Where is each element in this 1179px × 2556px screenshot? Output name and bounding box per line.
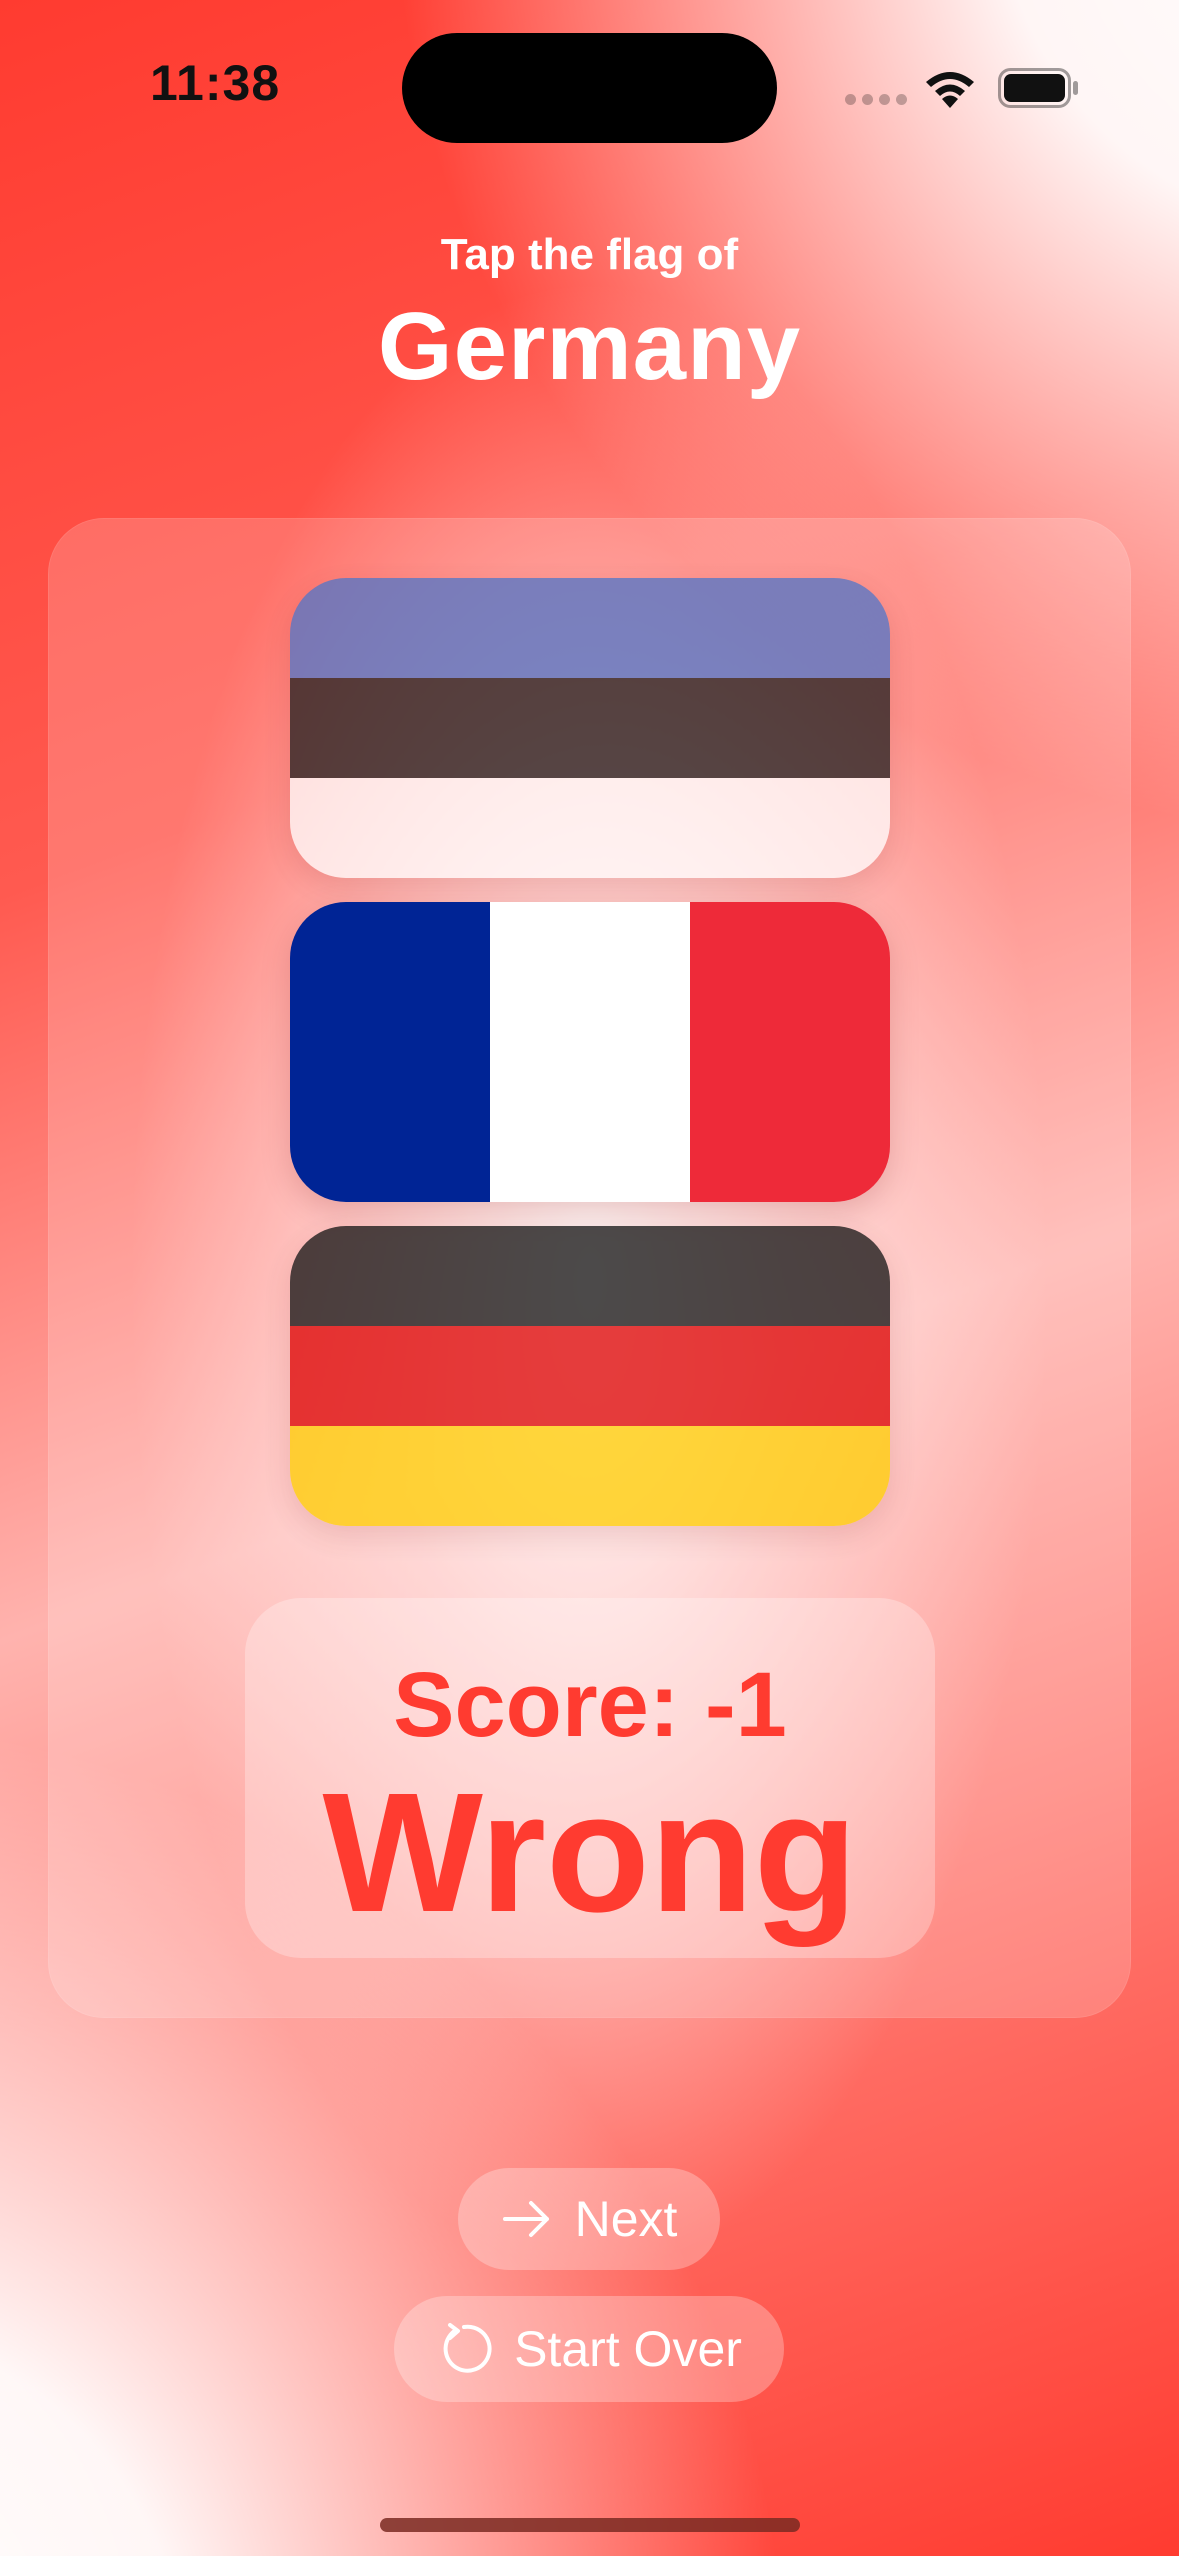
start-over-button-label: Start Over xyxy=(514,2321,742,2377)
wifi-icon xyxy=(926,72,974,108)
cellular-signal-icon xyxy=(845,94,907,105)
arrow-right-icon xyxy=(502,2201,549,2237)
restart-icon xyxy=(443,2323,492,2373)
start-over-button[interactable]: Start Over xyxy=(394,2296,784,2402)
score-label: Score: -1 xyxy=(393,1654,787,1756)
dynamic-island xyxy=(402,33,777,143)
battery-icon xyxy=(998,68,1078,108)
next-button[interactable]: Next xyxy=(458,2168,720,2270)
status-time: 11:38 xyxy=(150,55,281,111)
flag-button-estonia[interactable] xyxy=(290,578,890,878)
prompt-label: Tap the flag of xyxy=(440,230,739,279)
result-label: Wrong xyxy=(322,1758,858,1948)
flag-button-france[interactable] xyxy=(290,902,890,1202)
country-name: Germany xyxy=(377,293,802,400)
next-button-label: Next xyxy=(574,2191,678,2247)
home-indicator[interactable] xyxy=(380,2518,800,2532)
score-panel: Score: -1 Wrong xyxy=(245,1598,935,1958)
flag-button-germany[interactable] xyxy=(290,1226,890,1526)
